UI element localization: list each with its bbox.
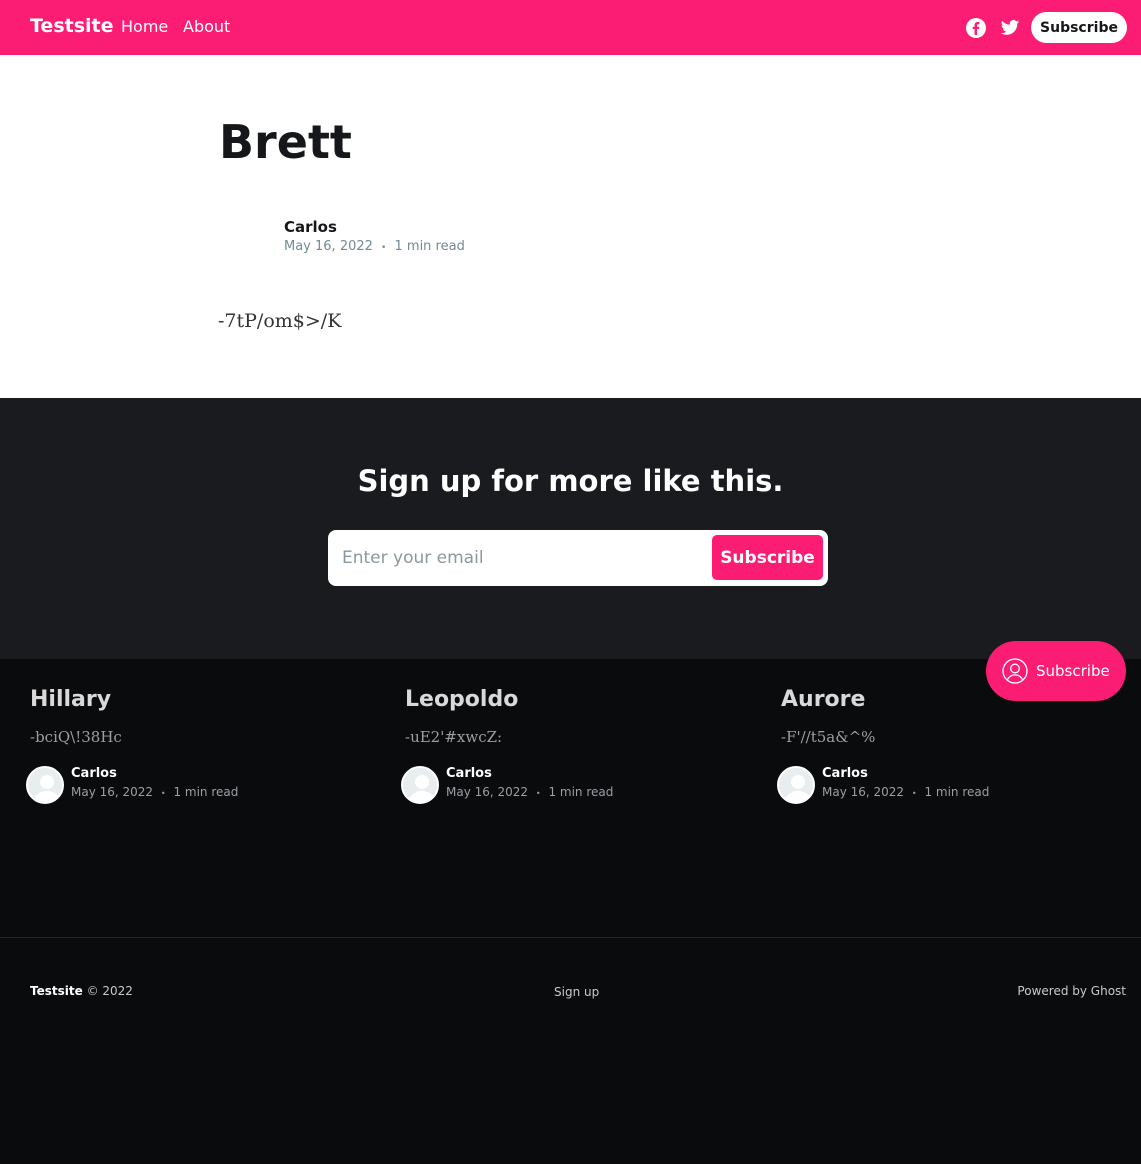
related-posts: Hillary -bciQ\!38Hc Carlos May 16, 2022 … [0, 659, 1141, 937]
post-card-excerpt: -uE2'#xwcZ: [405, 728, 503, 746]
article-read-time: 1 min read [394, 239, 465, 254]
avatar-icon [784, 775, 812, 802]
post-card-title[interactable]: Aurore [781, 687, 865, 712]
post-card-read-time: 1 min read [924, 785, 990, 799]
post-card-read-time: 1 min read [548, 785, 614, 799]
article: Brett Carlos May 16, 2022 • 1 min read -… [0, 55, 1141, 398]
post-card-title[interactable]: Leopoldo [405, 687, 518, 712]
avatar[interactable] [26, 766, 64, 804]
post-card-author[interactable]: Carlos [822, 766, 868, 781]
avatar-icon [408, 775, 436, 802]
avatar[interactable] [777, 766, 815, 804]
twitter-icon[interactable] [1000, 18, 1020, 38]
floating-subscribe-label: Subscribe [1036, 662, 1110, 680]
post-card-date: May 16, 2022 [822, 785, 905, 799]
article-meta: May 16, 2022 • 1 min read [284, 239, 465, 254]
site-header: Testsite Home About Subscribe [0, 0, 1141, 55]
post-card-author[interactable]: Carlos [71, 766, 117, 781]
post-card[interactable]: Leopoldo -uE2'#xwcZ: Carlos May 16, 2022… [401, 659, 745, 819]
avatar-icon [33, 775, 61, 802]
site-footer: Testsite © 2022 Sign up Powered by Ghost [0, 937, 1141, 1164]
signup-subscribe-button[interactable]: Subscribe [712, 535, 823, 580]
facebook-icon[interactable] [966, 18, 986, 38]
post-card-excerpt: -F'//t5a&^% [781, 728, 876, 746]
nav-home-link[interactable]: Home [121, 17, 168, 36]
article-date: May 16, 2022 [284, 239, 373, 254]
post-card-author[interactable]: Carlos [446, 766, 492, 781]
user-circle-icon [1002, 658, 1028, 684]
meta-separator: • [381, 243, 387, 253]
site-brand[interactable]: Testsite [30, 15, 114, 37]
article-body: -7tP/om$>/K [218, 310, 342, 332]
meta-separator: • [911, 789, 917, 798]
footer-copyright-text: © 2022 [86, 984, 133, 998]
signup-title: Sign up for more like this. [357, 464, 784, 498]
post-card-meta: May 16, 2022 • 1 min read [71, 785, 238, 799]
post-card-excerpt: -bciQ\!38Hc [30, 728, 122, 746]
post-card-meta: May 16, 2022 • 1 min read [446, 785, 613, 799]
post-card-date: May 16, 2022 [446, 785, 529, 799]
header-subscribe-button[interactable]: Subscribe [1031, 12, 1127, 43]
floating-subscribe-button[interactable]: Subscribe [986, 641, 1126, 701]
footer-brand[interactable]: Testsite [30, 984, 83, 998]
post-card-meta: May 16, 2022 • 1 min read [822, 785, 989, 799]
article-author[interactable]: Carlos [284, 218, 337, 236]
meta-separator: • [535, 789, 541, 798]
post-card-date: May 16, 2022 [71, 785, 154, 799]
meta-separator: • [160, 789, 166, 798]
footer-signup-link[interactable]: Sign up [554, 985, 599, 999]
signup-section: Sign up for more like this. Subscribe [0, 398, 1141, 659]
email-input[interactable] [342, 544, 702, 572]
nav-about-link[interactable]: About [183, 17, 230, 36]
article-title: Brett [219, 115, 352, 169]
footer-copyright: Testsite © 2022 [30, 984, 133, 998]
post-card-title[interactable]: Hillary [30, 687, 111, 712]
post-card[interactable]: Hillary -bciQ\!38Hc Carlos May 16, 2022 … [26, 659, 370, 819]
signup-form: Subscribe [328, 530, 828, 586]
avatar[interactable] [401, 766, 439, 804]
footer-powered-by[interactable]: Powered by Ghost [1017, 984, 1126, 998]
post-card-read-time: 1 min read [173, 785, 239, 799]
author-avatar[interactable] [219, 205, 269, 255]
